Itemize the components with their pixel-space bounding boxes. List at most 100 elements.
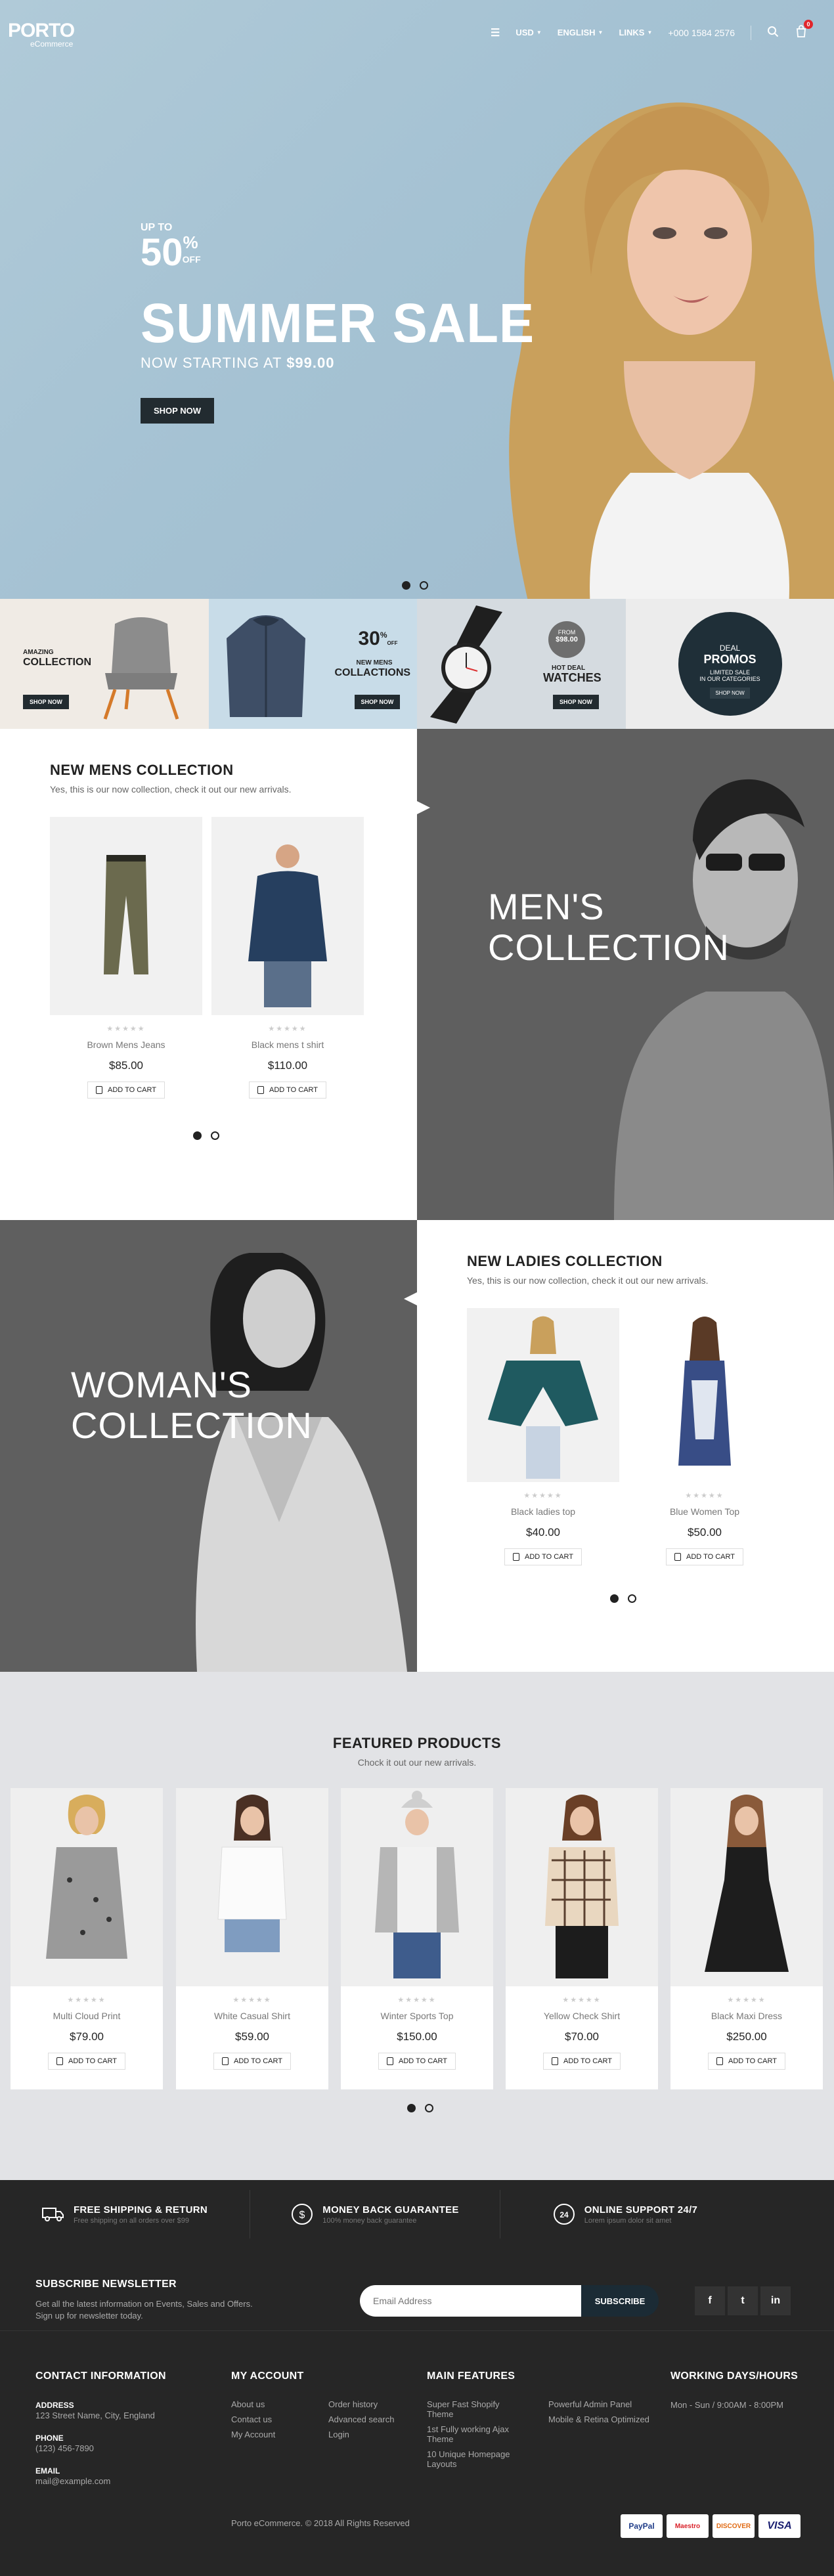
add-to-cart-button[interactable]: ADD TO CART (504, 1548, 582, 1565)
discover-icon: DISCOVER (713, 2514, 755, 2538)
footer-link-feature[interactable]: Super Fast Shopify Theme (427, 2399, 522, 2419)
product-name[interactable]: Multi Cloud Print (11, 2011, 163, 2021)
jacket-image (226, 615, 305, 717)
hero-starting: NOW STARTING AT $99.00 (141, 355, 556, 372)
slider-dot-2[interactable] (420, 581, 428, 590)
footer-link-my-account[interactable]: My Account (231, 2430, 302, 2439)
add-to-cart-button[interactable]: ADD TO CART (249, 1081, 326, 1099)
footer-link-feature[interactable]: 10 Unique Homepage Layouts (427, 2449, 522, 2469)
footer-link-advanced-search[interactable]: Advanced search (328, 2414, 394, 2424)
bag-icon (257, 1086, 265, 1094)
mens-title: NEW MENS COLLECTION (50, 762, 234, 778)
language-label: ENGLISH (557, 28, 596, 37)
visa-icon: VISA (758, 2514, 801, 2538)
carousel-dot-2[interactable] (425, 2104, 433, 2112)
hero-percent-value: 50 (141, 231, 183, 274)
banner-watches[interactable]: FROM $98.00 HOT DEAL WATCHES SHOP NOW (417, 599, 626, 729)
product-price: $70.00 (565, 2030, 599, 2043)
footer-link-feature[interactable]: Mobile & Retina Optimized (548, 2414, 653, 2424)
add-to-cart-label: ADD TO CART (269, 1086, 318, 1094)
footer-link-login[interactable]: Login (328, 2430, 394, 2439)
product-card[interactable]: ★★★★★ Black Maxi Dress $250.00 ADD TO CA… (670, 1788, 823, 2089)
product-card[interactable]: ★★★★★ Winter Sports Top $150.00 ADD TO C… (341, 1788, 493, 2089)
product-card[interactable]: ★★★★★ Multi Cloud Print $79.00 ADD TO CA… (11, 1788, 163, 2089)
footer-link-feature[interactable]: Powerful Admin Panel (548, 2399, 653, 2409)
links-dropdown[interactable]: LINKS ▼ (619, 28, 652, 37)
product-name[interactable]: Brown Mens Jeans (50, 1039, 202, 1050)
featured-carousel-dots (407, 2104, 433, 2112)
womens-collection-banner[interactable]: WOMAN'S COLLECTION (0, 1220, 417, 1672)
feature-free-shipping: FREE SHIPPING & RETURN Free shipping on a… (0, 2180, 250, 2248)
twitter-icon[interactable]: t (728, 2286, 758, 2315)
product-name[interactable]: Yellow Check Shirt (506, 2011, 658, 2021)
product-image[interactable] (628, 1308, 781, 1482)
email-value[interactable]: mail@example.com (35, 2476, 200, 2487)
banner-collection[interactable]: AMAZING COLLECTION SHOP NOW (0, 599, 209, 729)
logo[interactable]: PORTO eCommerce (8, 20, 75, 49)
carousel-dot-2[interactable] (628, 1594, 636, 1603)
product-card[interactable]: ★★★★★ White Casual Shirt $59.00 ADD TO C… (176, 1788, 328, 2089)
ladies-products-section: NEW LADIES COLLECTION Yes, this is our n… (417, 1220, 834, 1672)
hero-shop-now-button[interactable]: SHOP NOW (141, 398, 214, 424)
banner-deal-promos[interactable]: DEAL PROMOS LIMITED SALE IN OUR CATEGORI… (625, 599, 834, 729)
product-image[interactable] (341, 1788, 493, 1986)
mens-collection-banner[interactable]: MEN'S COLLECTION (417, 729, 834, 1220)
product-image[interactable] (176, 1788, 328, 1986)
product-card[interactable]: ★★★★★ Blue Women Top $50.00 ADD TO CART (628, 1308, 781, 1565)
add-to-cart-button[interactable]: ADD TO CART (378, 2053, 456, 2070)
add-to-cart-button[interactable]: ADD TO CART (213, 2053, 291, 2070)
newsletter-form: SUBSCRIBE (360, 2285, 659, 2317)
facebook-icon[interactable]: f (695, 2286, 725, 2315)
product-name[interactable]: Black mens t shirt (211, 1039, 364, 1050)
product-image[interactable] (670, 1788, 823, 1986)
bag-icon (387, 2057, 394, 2065)
footer-link-about[interactable]: About us (231, 2399, 302, 2409)
add-to-cart-button[interactable]: ADD TO CART (543, 2053, 621, 2070)
product-card[interactable]: ★★★★★ Black ladies top $40.00 ADD TO CAR… (467, 1308, 619, 1565)
product-image[interactable] (50, 817, 202, 1015)
add-to-cart-button[interactable]: ADD TO CART (708, 2053, 785, 2070)
footer-link-feature[interactable]: 1st Fully working Ajax Theme (427, 2424, 522, 2444)
carousel-dot-1[interactable] (193, 1131, 202, 1140)
search-icon[interactable] (767, 26, 779, 39)
language-dropdown[interactable]: ENGLISH ▼ (558, 28, 604, 37)
carousel-dot-2[interactable] (211, 1131, 219, 1140)
product-card[interactable]: ★★★★★ Yellow Check Shirt $70.00 ADD TO C… (506, 1788, 658, 2089)
product-name[interactable]: Black ladies top (467, 1506, 619, 1517)
slider-dot-1[interactable] (402, 581, 410, 590)
banner-shop-now-button[interactable]: SHOP NOW (354, 695, 401, 709)
product-name[interactable]: Winter Sports Top (341, 2011, 493, 2021)
subscribe-button[interactable]: SUBSCRIBE (581, 2285, 659, 2317)
rating-stars: ★★★★★ (67, 1996, 106, 2004)
banner-shop-now-button[interactable]: SHOP NOW (710, 688, 750, 699)
add-to-cart-button[interactable]: ADD TO CART (48, 2053, 125, 2070)
product-image[interactable] (11, 1788, 163, 1986)
email-input[interactable] (360, 2285, 581, 2317)
carousel-dot-1[interactable] (610, 1594, 619, 1603)
carousel-dot-1[interactable] (407, 2104, 416, 2112)
product-image[interactable] (467, 1308, 619, 1482)
banner-mens-collections[interactable]: 30%OFF NEW MENS COLLACTIONS SHOP NOW (208, 599, 417, 729)
address-label: ADDRESS (35, 2401, 74, 2410)
product-image[interactable] (211, 817, 364, 1015)
footer-link-order-history[interactable]: Order history (328, 2399, 394, 2409)
product-image[interactable] (506, 1788, 658, 1986)
product-name[interactable]: White Casual Shirt (176, 2011, 328, 2021)
menu-icon[interactable]: ☰ (491, 26, 500, 39)
product-name[interactable]: Black Maxi Dress (670, 2011, 823, 2021)
banner-shop-now-button[interactable]: SHOP NOW (23, 695, 69, 709)
banner-shop-now-button[interactable]: SHOP NOW (553, 695, 599, 709)
product-card[interactable]: ★★★★★ Brown Mens Jeans $85.00 ADD TO CAR… (50, 817, 202, 1099)
product-card[interactable]: ★★★★★ Black mens t shirt $110.00 ADD TO … (211, 817, 364, 1099)
linkedin-icon[interactable]: in (760, 2286, 791, 2315)
footer-link-contact[interactable]: Contact us (231, 2414, 302, 2424)
cart-icon[interactable]: 0 (795, 20, 813, 40)
featured-products-section: FEATURED PRODUCTS Chock it out our new a… (0, 1672, 834, 2180)
product-name[interactable]: Blue Women Top (628, 1506, 781, 1517)
currency-dropdown[interactable]: USD ▼ (516, 28, 541, 37)
add-to-cart-button[interactable]: ADD TO CART (87, 1081, 165, 1099)
phone-value[interactable]: (123) 456-7890 (35, 2443, 200, 2455)
product-price: $85.00 (109, 1059, 143, 1072)
my-account-title: MY ACCOUNT (231, 2370, 304, 2382)
add-to-cart-button[interactable]: ADD TO CART (666, 1548, 743, 1565)
